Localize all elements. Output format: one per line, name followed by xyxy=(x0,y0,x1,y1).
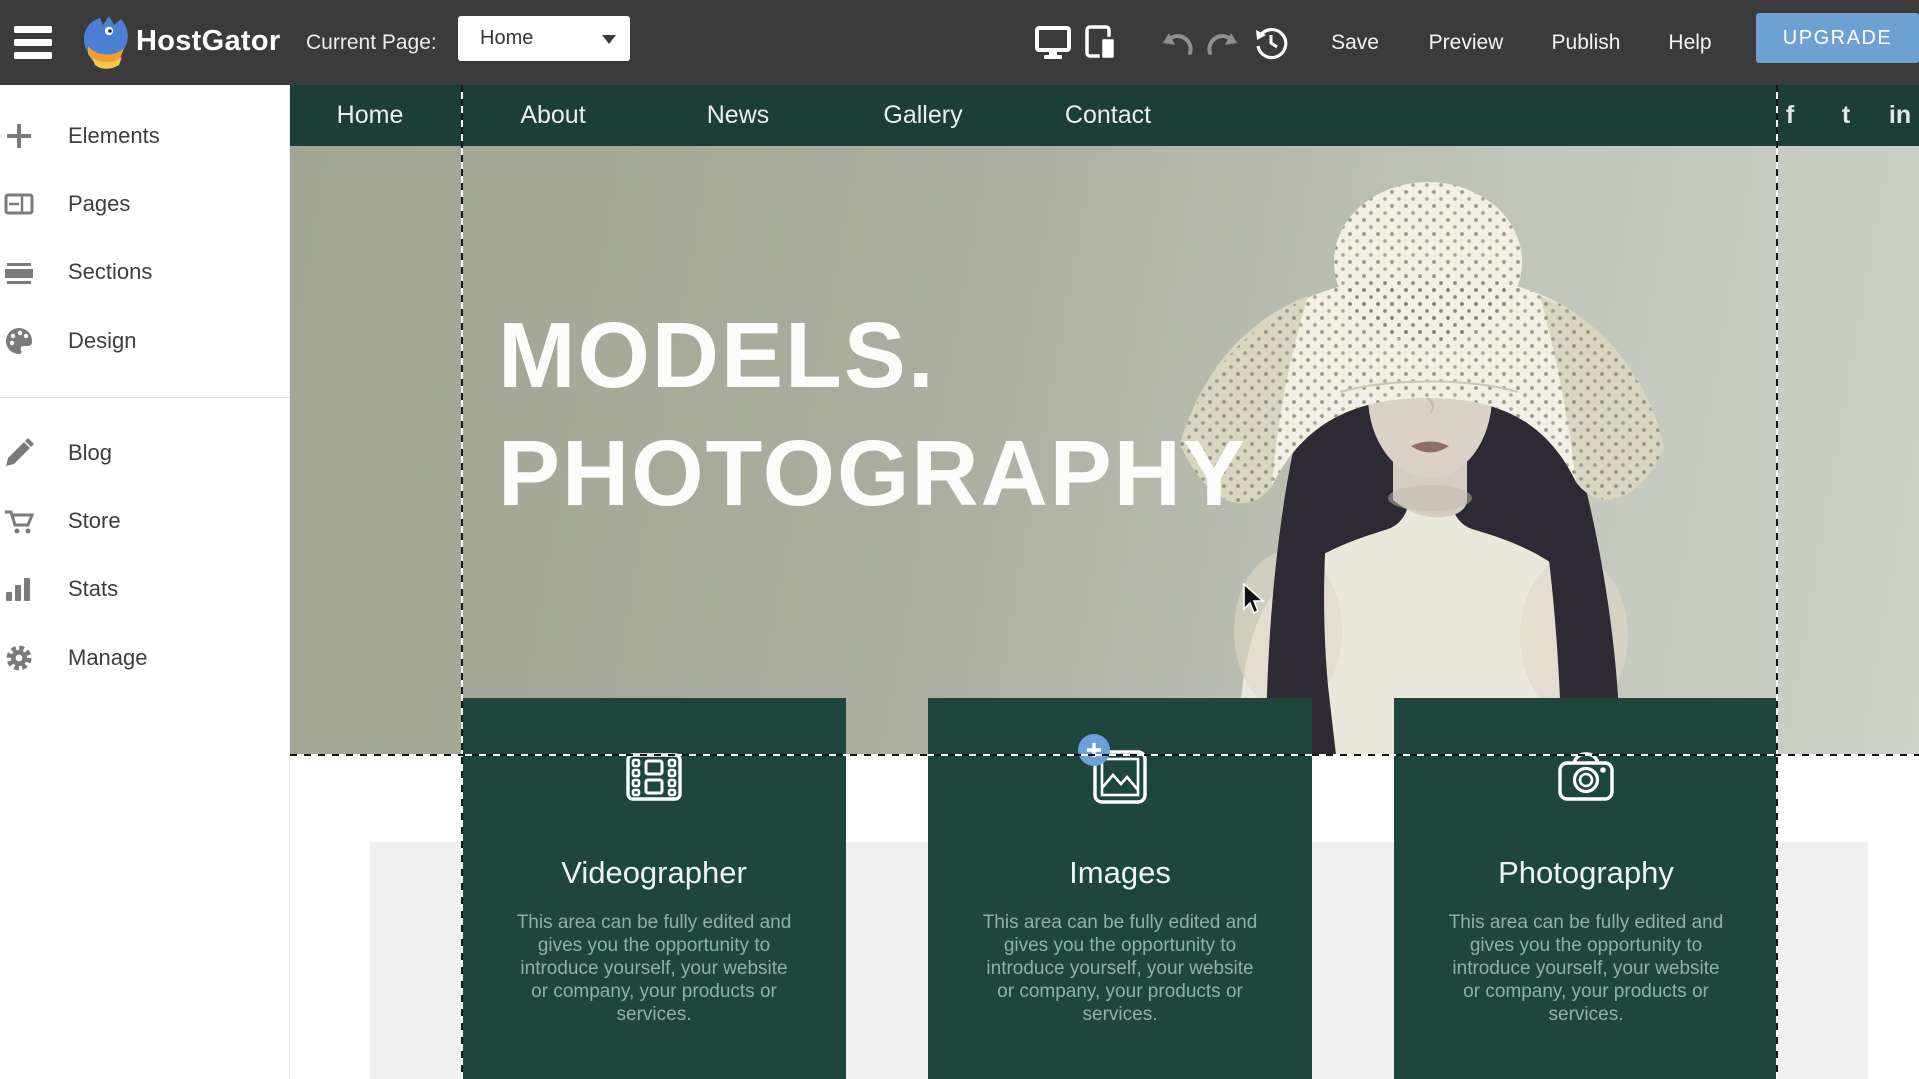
facebook-icon[interactable]: f xyxy=(1786,85,1794,146)
current-page-label: Current Page: xyxy=(306,0,437,85)
plus-icon xyxy=(4,121,34,151)
sidebar-item-elements[interactable]: Elements xyxy=(0,114,290,158)
hero-title-line2: PHOTOGRAPHY xyxy=(498,421,1247,525)
hero-section[interactable]: MODELS. PHOTOGRAPHY xyxy=(290,146,1919,755)
undo-icon[interactable] xyxy=(1160,0,1194,85)
gear-icon xyxy=(4,643,34,673)
site-canvas: Home About News Gallery Contact f t in xyxy=(290,85,1919,1079)
mobile-view-icon[interactable] xyxy=(1084,0,1120,85)
selection-border-left xyxy=(461,85,463,1079)
pages-icon xyxy=(4,189,34,219)
history-icon[interactable] xyxy=(1254,0,1288,85)
page-select-value: Home xyxy=(480,27,533,50)
sidebar-item-manage[interactable]: Manage xyxy=(0,636,290,680)
site-nav-home[interactable]: Home xyxy=(337,85,404,146)
sections-icon xyxy=(4,257,34,287)
topbar: HostGator Current Page: Home xyxy=(0,0,1919,85)
sidebar: Elements Pages Sections xyxy=(0,85,290,1079)
help-button[interactable]: Help xyxy=(1668,0,1711,85)
hamburger-menu-icon[interactable] xyxy=(14,26,52,59)
card-body: This area can be fully edited and gives … xyxy=(976,911,1264,1026)
linkedin-icon[interactable]: in xyxy=(1889,85,1911,146)
sidebar-item-store[interactable]: Store xyxy=(0,499,290,543)
gator-mascot-icon xyxy=(76,13,130,69)
card-title: Images xyxy=(976,855,1264,891)
site-nav-contact[interactable]: Contact xyxy=(1065,85,1151,146)
card-body: This area can be fully edited and gives … xyxy=(510,911,798,1026)
upgrade-button[interactable]: UPGRADE xyxy=(1756,13,1919,63)
twitter-icon[interactable]: t xyxy=(1842,85,1850,146)
site-nav-about[interactable]: About xyxy=(520,85,585,146)
save-button[interactable]: Save xyxy=(1331,0,1379,85)
sidebar-item-sections[interactable]: Sections xyxy=(0,250,290,294)
brand-name: HostGator xyxy=(136,25,281,58)
pencil-icon xyxy=(4,438,34,468)
cart-icon xyxy=(4,506,34,536)
selection-border-right xyxy=(1776,85,1778,1079)
sidebar-divider xyxy=(0,397,290,398)
hostgator-logo: HostGator xyxy=(76,13,281,69)
card-body: This area can be fully edited and gives … xyxy=(1442,911,1730,1026)
selection-border-bottom xyxy=(290,754,1919,756)
mouse-cursor xyxy=(1242,583,1266,617)
site-nav: Home About News Gallery Contact f t in xyxy=(290,85,1919,146)
sidebar-item-design[interactable]: Design xyxy=(0,319,290,363)
card-title: Videographer xyxy=(510,855,798,891)
hero-title-line1: MODELS. xyxy=(498,303,936,407)
publish-button[interactable]: Publish xyxy=(1552,0,1621,85)
bar-chart-icon xyxy=(4,574,34,604)
card-title: Photography xyxy=(1442,855,1730,891)
site-nav-gallery[interactable]: Gallery xyxy=(883,85,962,146)
page-select-dropdown[interactable]: Home xyxy=(458,16,630,61)
palette-icon xyxy=(4,326,34,356)
redo-icon[interactable] xyxy=(1206,0,1240,85)
sidebar-item-stats[interactable]: Stats xyxy=(0,567,290,611)
hero-title: MODELS. PHOTOGRAPHY xyxy=(498,296,1247,532)
desktop-view-icon[interactable] xyxy=(1034,0,1072,85)
hostgator-website-builder: HostGator Current Page: Home xyxy=(0,0,1919,1079)
sidebar-item-blog[interactable]: Blog xyxy=(0,431,290,475)
add-image-plus-icon[interactable] xyxy=(1078,734,1110,766)
site-nav-news[interactable]: News xyxy=(707,85,770,146)
preview-button[interactable]: Preview xyxy=(1429,0,1504,85)
sidebar-item-pages[interactable]: Pages xyxy=(0,182,290,226)
chevron-down-icon xyxy=(602,35,616,44)
